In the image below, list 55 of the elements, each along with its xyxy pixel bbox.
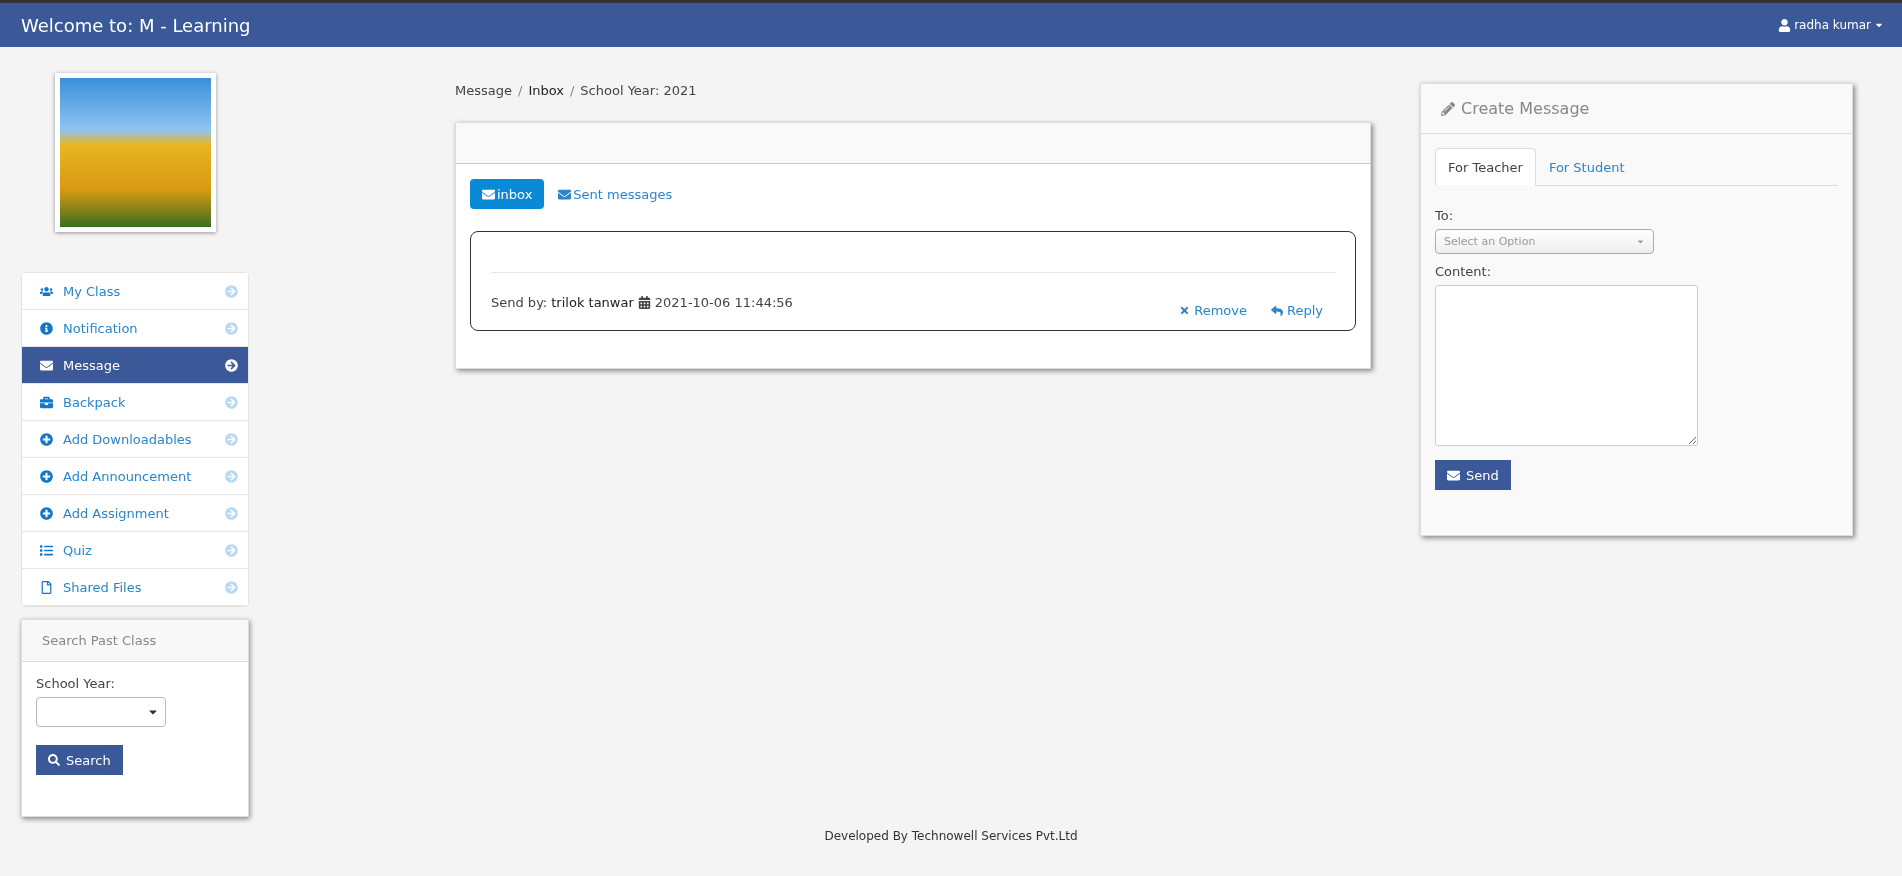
reply-icon [1271, 304, 1283, 317]
separator: / [518, 83, 523, 98]
menu-icon [39, 284, 53, 298]
field-label: To: [1435, 208, 1454, 223]
arrow-icon [225, 506, 238, 520]
recipient-select[interactable]: Select an Option [1435, 229, 1654, 254]
breadcrumb-item[interactable]: Message [455, 83, 512, 98]
arrow-icon [225, 543, 238, 557]
panel-title-text: Create Message [1461, 99, 1590, 118]
arrow-icon [225, 284, 238, 298]
close-icon [1179, 305, 1191, 316]
menu-icon [39, 543, 53, 557]
send-button[interactable]: Send [1435, 460, 1511, 490]
sidebar-item[interactable]: Message [22, 347, 248, 384]
arrow-icon [225, 432, 238, 446]
mail-icon [1447, 468, 1460, 482]
remove-link[interactable]: Remove [1179, 303, 1247, 318]
user-icon [1778, 18, 1792, 32]
recipient-tab[interactable]: For Student [1535, 148, 1638, 186]
menu-icon [39, 432, 53, 446]
field-label: Content: [1435, 264, 1492, 279]
calendar-icon [637, 296, 651, 309]
year-select[interactable] [36, 697, 166, 727]
arrow-icon [225, 469, 238, 483]
menu-icon [39, 580, 53, 594]
menu-icon [39, 469, 53, 483]
pencil-icon [1441, 101, 1455, 116]
arrow-icon [225, 580, 238, 594]
breadcrumb-item[interactable]: School Year: 2021 [580, 83, 697, 98]
arrow-icon [225, 321, 238, 335]
search-icon [48, 754, 60, 766]
mail-icon [482, 187, 495, 201]
arrow-icon [225, 395, 238, 409]
content-field[interactable] [1435, 285, 1698, 446]
menu-icon [39, 358, 53, 372]
breadcrumb-item[interactable]: Inbox [528, 83, 564, 98]
recipient-tab[interactable]: For Teacher [1435, 148, 1536, 186]
footer-text: Developed By Technowell Services Pvt.Ltd [824, 829, 1078, 843]
field-label: School Year: [36, 676, 115, 691]
sidebar-item[interactable]: My Class [22, 273, 248, 310]
caret-icon [1636, 237, 1645, 246]
mail-icon [558, 187, 572, 201]
menu-icon [39, 395, 53, 409]
arrow-icon [225, 358, 238, 372]
reply-link[interactable]: Reply [1271, 303, 1323, 318]
user-menu[interactable]: radha kumar [1772, 17, 1890, 33]
menu-icon [39, 321, 53, 335]
app-title: Welcome to: M - Learning [21, 14, 251, 36]
mailbox-tab[interactable]: Sent messages [558, 179, 673, 209]
message-meta: Send by: trilok tanwar 2021-10-06 11:44:56 [491, 295, 793, 310]
search-button[interactable]: Search [36, 745, 123, 775]
separator: / [569, 83, 575, 98]
menu-icon [39, 506, 53, 520]
mailbox-tab[interactable]: inbox [470, 179, 545, 209]
panel-title: Search Past Class [22, 620, 248, 662]
